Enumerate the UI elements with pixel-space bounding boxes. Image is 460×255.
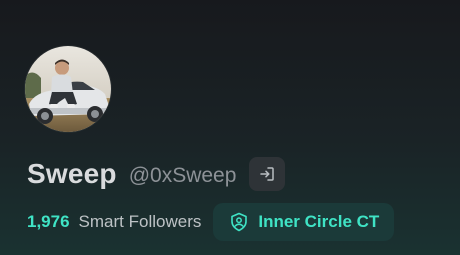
name-row: Sweep @0xSweep — [27, 152, 286, 196]
smart-followers-count[interactable]: 1,976 — [27, 212, 70, 232]
avatar[interactable] — [25, 46, 111, 132]
inner-circle-badge[interactable]: Inner Circle CT — [213, 203, 395, 241]
sign-in-icon — [260, 167, 275, 181]
display-name: Sweep — [27, 158, 117, 189]
profile-card: Sweep @0xSweep 1,976 Smart Followers Inn… — [0, 0, 460, 255]
avatar-photo — [25, 46, 111, 132]
smart-followers-label[interactable]: Smart Followers — [79, 212, 202, 232]
login-button[interactable] — [249, 157, 286, 191]
stats-row: 1,976 Smart Followers Inner Circle CT — [27, 203, 395, 241]
badge-label: Inner Circle CT — [258, 212, 380, 231]
shield-user-icon — [228, 211, 250, 233]
user-handle: @0xSweep — [128, 163, 237, 187]
